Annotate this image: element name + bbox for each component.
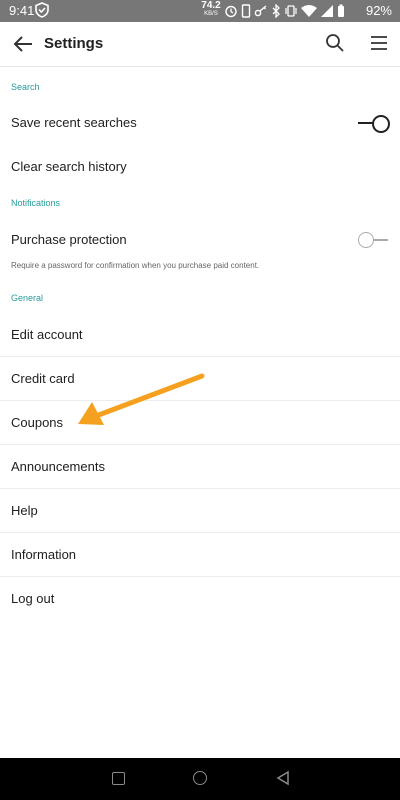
bluetooth-icon <box>272 4 280 18</box>
divider <box>0 444 400 445</box>
divider <box>0 576 400 577</box>
signal-icon <box>321 5 333 17</box>
clear-search-history-label: Clear search history <box>11 159 127 174</box>
information-label: Information <box>11 547 77 562</box>
system-nav-bar <box>0 758 400 800</box>
back-arrow-icon[interactable] <box>10 31 36 57</box>
page-title: Settings <box>44 35 104 52</box>
divider <box>0 488 400 489</box>
purchase-protection-description: Require a password for confirmation when… <box>11 261 260 270</box>
battery-level: 92% <box>365 3 392 18</box>
network-speed-value: 74.2 <box>201 0 221 11</box>
edit-account-label: Edit account <box>11 327 83 342</box>
save-recent-searches-label: Save recent searches <box>11 115 137 130</box>
back-icon[interactable] <box>275 770 291 786</box>
alarm-icon <box>225 5 237 18</box>
menu-icon[interactable] <box>368 32 390 54</box>
section-header-notifications: Notifications <box>11 198 61 208</box>
announcements-label: Announcements <box>11 459 105 474</box>
search-icon[interactable] <box>324 32 346 54</box>
log-out-label: Log out <box>11 591 55 606</box>
coupons-label: Coupons <box>11 415 64 430</box>
divider <box>0 532 400 533</box>
battery-icon <box>338 4 344 17</box>
status-icons <box>224 2 345 20</box>
wifi-icon <box>301 5 317 17</box>
divider <box>0 356 400 357</box>
key-icon <box>254 5 267 17</box>
vpn-shield-icon <box>35 2 49 18</box>
annotation-arrow <box>78 373 205 425</box>
recent-apps-icon[interactable] <box>112 772 125 785</box>
home-icon[interactable] <box>193 771 207 785</box>
status-time: 9:41 <box>9 3 35 18</box>
purchase-protection-label: Purchase protection <box>11 232 127 247</box>
app-bar: Settings <box>0 22 400 67</box>
credit-card-label: Credit card <box>11 371 75 386</box>
section-header-search: Search <box>11 82 40 92</box>
network-speed-unit: KB/S <box>204 11 218 17</box>
vibrate-icon <box>285 5 297 17</box>
purchase-protection-toggle[interactable] <box>358 230 390 250</box>
help-label: Help <box>11 503 38 518</box>
section-header-general: General <box>11 293 44 303</box>
status-bar: 9:41 74.2 KB/S 92% <box>0 0 400 22</box>
phone-icon <box>241 4 251 18</box>
network-speed: 74.2 KB/S <box>201 1 221 19</box>
save-recent-searches-toggle[interactable] <box>358 113 390 133</box>
